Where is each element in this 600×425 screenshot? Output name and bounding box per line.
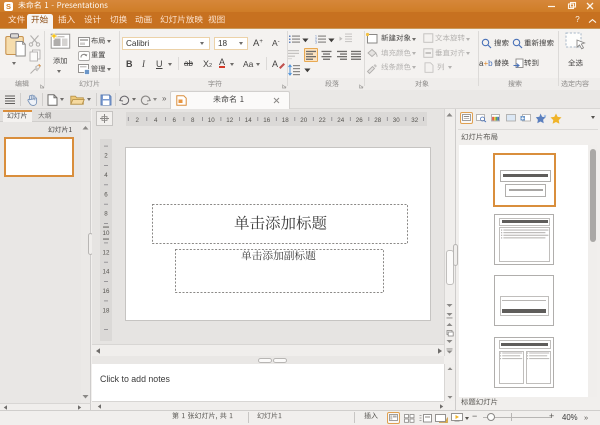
svg-text:14: 14 xyxy=(103,269,110,276)
svg-text:16: 16 xyxy=(103,288,110,295)
svg-text:6: 6 xyxy=(172,117,176,124)
svg-text:4: 4 xyxy=(154,117,158,124)
svg-text:8: 8 xyxy=(104,211,108,218)
svg-text:10: 10 xyxy=(103,230,110,237)
svg-text:22: 22 xyxy=(319,117,326,124)
svg-text:2: 2 xyxy=(104,153,108,160)
svg-text:18: 18 xyxy=(103,307,110,314)
svg-text:32: 32 xyxy=(411,117,418,124)
svg-text:8: 8 xyxy=(191,117,195,124)
svg-text:20: 20 xyxy=(300,117,307,124)
svg-text:10: 10 xyxy=(208,117,215,124)
svg-text:30: 30 xyxy=(393,117,400,124)
svg-text:28: 28 xyxy=(374,117,381,124)
svg-text:26: 26 xyxy=(356,117,363,124)
svg-text:16: 16 xyxy=(263,117,270,124)
svg-text:24: 24 xyxy=(337,117,344,124)
svg-text:12: 12 xyxy=(103,249,110,256)
svg-text:12: 12 xyxy=(226,117,233,124)
svg-text:14: 14 xyxy=(245,117,252,124)
svg-text:18: 18 xyxy=(282,117,289,124)
svg-text:3: 3 xyxy=(315,40,317,44)
svg-text:6: 6 xyxy=(104,191,108,198)
svg-text:4: 4 xyxy=(104,172,108,179)
svg-text:2: 2 xyxy=(135,117,139,124)
